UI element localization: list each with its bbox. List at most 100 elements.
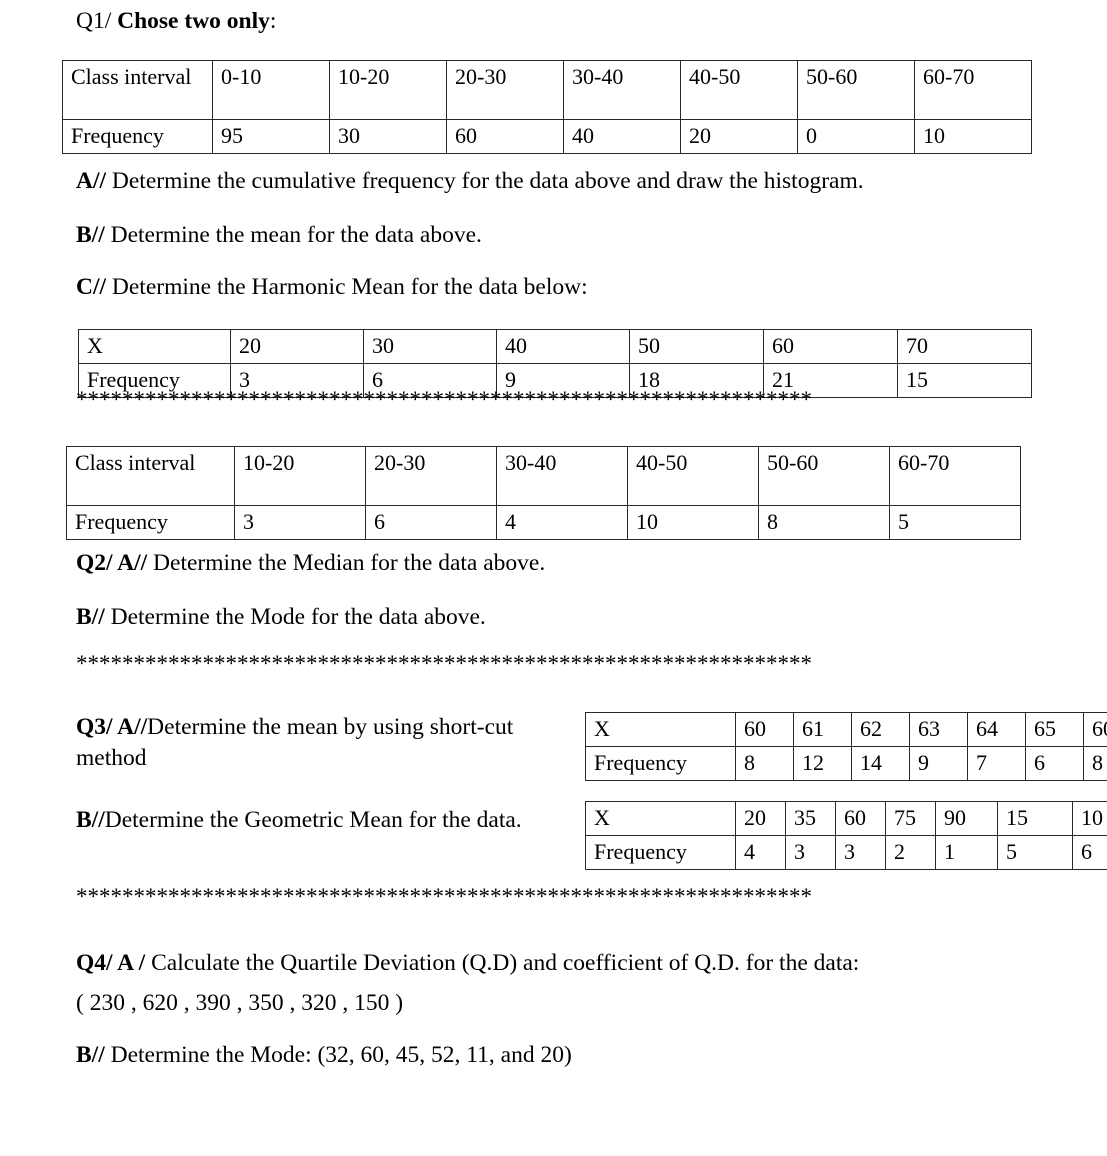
q1-class-frequency-table: Class interval 0-10 10-20 20-30 30-40 40… bbox=[62, 60, 1032, 154]
cell-x-6: 10 bbox=[1072, 801, 1107, 836]
table-row: Class interval 10-20 20-30 30-40 40-50 5… bbox=[66, 446, 1021, 506]
row-label-class-interval: Class interval bbox=[62, 60, 213, 120]
q1-part-c-text: Determine the Harmonic Mean for the data… bbox=[106, 274, 588, 300]
q2-part-b-label: B// bbox=[76, 604, 105, 630]
q2-part-a-label: Q2/ A// bbox=[76, 550, 148, 576]
cell-x-5: 65 bbox=[1025, 712, 1084, 747]
cell-freq-6: 10 bbox=[914, 119, 1032, 154]
cell-x-5: 70 bbox=[897, 329, 1032, 364]
q3-geometric-mean-table: X 20 35 60 75 90 15 10 Frequency 4 3 3 2… bbox=[585, 801, 1107, 870]
q3-shortcut-method-table: X 60 61 62 63 64 65 60 Frequency 8 12 14… bbox=[585, 712, 1107, 781]
cell-freq-2: 4 bbox=[496, 505, 628, 540]
q1-heading-suffix: : bbox=[269, 8, 277, 34]
cell-x-5: 15 bbox=[997, 801, 1073, 836]
q3-part-a: Q3/ A//Determine the mean by using short… bbox=[76, 712, 571, 773]
table-row: X 20 35 60 75 90 15 10 bbox=[585, 801, 1107, 836]
cell-class-4: 50-60 bbox=[758, 446, 890, 506]
q1-heading: Q1/ Chose two only: bbox=[76, 6, 276, 37]
q1-part-c-label: C// bbox=[76, 274, 107, 300]
cell-class-0: 10-20 bbox=[234, 446, 366, 506]
cell-x-0: 60 bbox=[735, 712, 794, 747]
cell-freq-0: 8 bbox=[735, 745, 794, 781]
cell-freq-6: 6 bbox=[1072, 834, 1107, 870]
cell-x-6: 60 bbox=[1083, 712, 1107, 747]
q4-part-b-text: Determine the Mode: (32, 60, 45, 52, 11,… bbox=[104, 1042, 572, 1068]
cell-class-4: 40-50 bbox=[680, 60, 798, 120]
cell-freq-2: 3 bbox=[835, 834, 886, 870]
cell-freq-3: 9 bbox=[909, 745, 968, 781]
cell-freq-0: 4 bbox=[735, 834, 786, 870]
q3-part-b: B//Determine the Geometric Mean for the … bbox=[76, 805, 576, 836]
cell-x-4: 90 bbox=[935, 801, 998, 836]
section-separator-1: ****************************************… bbox=[76, 387, 812, 412]
table-row: Frequency 95 30 60 40 20 0 10 bbox=[62, 119, 1032, 154]
table-row: Frequency 8 12 14 9 7 6 8 bbox=[585, 745, 1107, 781]
q2-part-b: B// Determine the Mode for the data abov… bbox=[76, 602, 486, 633]
row-label-frequency: Frequency bbox=[66, 505, 235, 540]
cell-freq-4: 7 bbox=[967, 745, 1026, 781]
cell-freq-4: 1 bbox=[935, 834, 998, 870]
cell-class-1: 10-20 bbox=[329, 60, 447, 120]
cell-freq-3: 40 bbox=[563, 119, 681, 154]
q4-part-a-text: Calculate the Quartile Deviation (Q.D) a… bbox=[145, 950, 860, 976]
cell-freq-3: 2 bbox=[885, 834, 936, 870]
q1-part-a-text: Determine the cumulative frequency for t… bbox=[106, 168, 864, 194]
q2-part-a: Q2/ A// Determine the Median for the dat… bbox=[76, 548, 545, 579]
cell-freq-4: 8 bbox=[758, 505, 890, 540]
cell-freq-0: 95 bbox=[212, 119, 330, 154]
cell-x-2: 40 bbox=[496, 329, 630, 364]
row-label-frequency: Frequency bbox=[585, 834, 736, 870]
cell-x-3: 50 bbox=[629, 329, 764, 364]
row-label-x: X bbox=[585, 801, 736, 836]
q2-part-a-text: Determine the Median for the data above. bbox=[147, 550, 546, 576]
q1-part-b: B// Determine the mean for the data abov… bbox=[76, 220, 482, 251]
q1-heading-bold: Chose two only bbox=[117, 8, 270, 34]
cell-x-3: 75 bbox=[885, 801, 936, 836]
q3-part-b-text: Determine the Geometric Mean for the dat… bbox=[104, 807, 522, 833]
q4-part-b: B// Determine the Mode: (32, 60, 45, 52,… bbox=[76, 1040, 572, 1071]
cell-freq-5: 5 bbox=[889, 505, 1021, 540]
cell-class-6: 60-70 bbox=[914, 60, 1032, 120]
table-row: Frequency 4 3 3 2 1 5 6 bbox=[585, 834, 1107, 870]
cell-class-3: 30-40 bbox=[563, 60, 681, 120]
cell-x-1: 30 bbox=[363, 329, 497, 364]
q1-part-b-label: B// bbox=[76, 222, 105, 248]
cell-freq-1: 12 bbox=[793, 745, 852, 781]
row-label-x: X bbox=[78, 329, 231, 364]
table-row: X 20 30 40 50 60 70 bbox=[78, 329, 1032, 364]
cell-x-4: 60 bbox=[763, 329, 898, 364]
cell-class-2: 30-40 bbox=[496, 446, 628, 506]
cell-freq-4: 20 bbox=[680, 119, 798, 154]
cell-x-0: 20 bbox=[230, 329, 364, 364]
exam-page: Q1/ Chose two only: Class interval 0-10 … bbox=[0, 0, 1107, 1156]
row-label-class-interval: Class interval bbox=[66, 446, 235, 506]
cell-freq-2: 14 bbox=[851, 745, 910, 781]
cell-x-3: 63 bbox=[909, 712, 968, 747]
cell-x-1: 61 bbox=[793, 712, 852, 747]
cell-x-4: 64 bbox=[967, 712, 1026, 747]
q4-part-a-dataset: ( 230 , 620 , 390 , 350 , 320 , 150 ) bbox=[76, 990, 404, 1016]
row-label-frequency: Frequency bbox=[62, 119, 213, 154]
q1-part-b-text: Determine the mean for the data above. bbox=[104, 222, 482, 248]
q1-part-a-label: A// bbox=[76, 168, 107, 194]
table-row: Frequency 3 6 4 10 8 5 bbox=[66, 505, 1021, 540]
q2-class-frequency-table: Class interval 10-20 20-30 30-40 40-50 5… bbox=[66, 446, 1021, 540]
table-row: X 60 61 62 63 64 65 60 bbox=[585, 712, 1107, 747]
q3-part-a-label: Q3/ A// bbox=[76, 714, 148, 740]
cell-class-2: 20-30 bbox=[446, 60, 564, 120]
cell-freq-6: 8 bbox=[1083, 745, 1107, 781]
cell-x-1: 35 bbox=[785, 801, 836, 836]
cell-class-5: 50-60 bbox=[797, 60, 915, 120]
q4-part-a-label: Q4/ A / bbox=[76, 950, 146, 976]
q2-part-b-text: Determine the Mode for the data above. bbox=[104, 604, 486, 630]
cell-class-0: 0-10 bbox=[212, 60, 330, 120]
q3-part-b-label: B// bbox=[76, 807, 105, 833]
cell-x-2: 62 bbox=[851, 712, 910, 747]
q1-part-a: A// Determine the cumulative frequency f… bbox=[76, 166, 864, 197]
cell-freq-3: 10 bbox=[627, 505, 759, 540]
cell-freq-0: 3 bbox=[234, 505, 366, 540]
cell-class-1: 20-30 bbox=[365, 446, 497, 506]
cell-class-5: 60-70 bbox=[889, 446, 1021, 506]
q4-part-a: Q4/ A / Calculate the Quartile Deviation… bbox=[76, 948, 859, 979]
q4-part-b-label: B// bbox=[76, 1042, 105, 1068]
